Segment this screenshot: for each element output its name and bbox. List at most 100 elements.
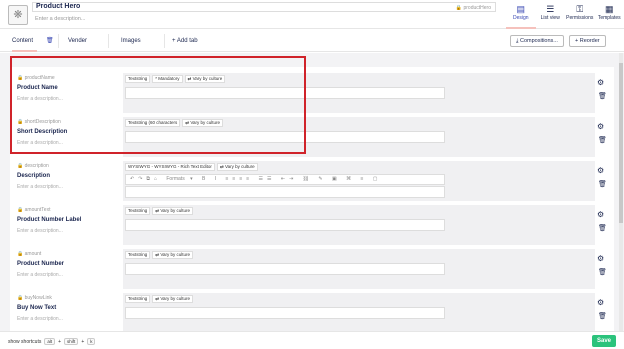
property-editor-preview[interactable]: Textstring (60 characters ⇄ Vary by cult… [123, 117, 595, 157]
document-type-alias[interactable]: 🔒 productHero [456, 4, 491, 12]
shortcut-plus: + [81, 338, 85, 345]
culture-icon: ⇄ [155, 208, 160, 213]
property-alias[interactable]: 🔒 productName [17, 75, 55, 81]
editor-tag: Textstring [125, 207, 151, 215]
property-productName: 🔒 productName Product Name Enter a descr… [10, 71, 614, 115]
trash-icon[interactable]: 🗑 [598, 180, 607, 188]
rich-text-body-preview [125, 186, 445, 198]
trash-icon[interactable]: 🗑 [598, 92, 607, 100]
property-amountText: 🔒 amountText Product Number Label Enter … [10, 203, 614, 247]
property-label[interactable]: Description [17, 173, 50, 179]
compositions-button[interactable]: ⤓ Compositions... [510, 35, 564, 47]
property-tags: WYSIWYG - WYSIWYG - Rich Text Editor ⇄ V… [125, 163, 258, 171]
property-tags: Textstring ⇄ Vary by culture [125, 207, 193, 215]
text-input-preview [125, 219, 445, 231]
shortcut-key: k [87, 338, 96, 345]
mode-list-view[interactable]: ☰ List view [536, 0, 566, 29]
text-input-preview [125, 87, 445, 99]
property-description[interactable]: Enter a description... [17, 316, 63, 322]
rich-text-toolbar-preview: ↶↷⧉⌂ Formats ▾ B I ≡≡≡≡ ☰☰ ⇤⇥ ⛓ ✎ ▣ ⌘ ≡ … [125, 174, 445, 185]
trash-icon[interactable]: 🗑 [598, 312, 607, 320]
mode-design[interactable]: ▤ Design [506, 0, 536, 29]
property-label[interactable]: Product Name [17, 85, 58, 91]
property-description[interactable]: Enter a description... [17, 96, 63, 102]
property-editor-preview[interactable]: Textstring ⇄ Vary by culture [123, 293, 595, 333]
gear-icon[interactable]: ⚙ [597, 122, 604, 131]
property-description[interactable]: Enter a description... [17, 184, 63, 190]
shortcut-key: alt [44, 338, 56, 345]
tab-delete-icon[interactable]: 🗑 [46, 30, 54, 52]
editor-tag: Textstring [125, 75, 151, 83]
property-alias[interactable]: 🔒 amount [17, 251, 41, 257]
vary-by-culture-tag: ⇄ Vary by culture [152, 251, 193, 259]
editor-tag: WYSIWYG - WYSIWYG - Rich Text Editor [125, 163, 215, 171]
property-label[interactable]: Buy Now Text [17, 305, 56, 311]
text-input-preview [125, 307, 445, 319]
trash-icon[interactable]: 🗑 [598, 268, 607, 276]
property-editor-preview[interactable]: Textstring * Mandatory ⇄ Vary by culture [123, 73, 595, 113]
property-alias[interactable]: 🔒 description [17, 163, 49, 169]
trash-icon[interactable]: 🗑 [598, 224, 607, 232]
gear-icon[interactable]: ⚙ [597, 298, 604, 307]
mode-permissions[interactable]: ⚿ Permissions [565, 0, 595, 29]
permissions-icon: ⚿ [576, 4, 584, 14]
vertical-scrollbar[interactable] [619, 53, 623, 331]
property-tags: Textstring ⇄ Vary by culture [125, 251, 193, 259]
editor-tag: Textstring [125, 295, 151, 303]
tab-images[interactable]: Images [121, 30, 141, 52]
property-editor-preview[interactable]: WYSIWYG - WYSIWYG - Rich Text Editor ⇄ V… [123, 161, 595, 201]
document-type-name: Product Hero [36, 3, 81, 10]
editor-tag: Textstring [125, 251, 151, 259]
property-description[interactable]: Enter a description... [17, 272, 63, 278]
mandatory-tag: * Mandatory [152, 75, 183, 83]
gear-icon[interactable]: ⚙ [597, 254, 604, 263]
save-button[interactable]: Save [592, 335, 616, 347]
vary-by-culture-tag: ⇄ Vary by culture [184, 75, 226, 83]
property-editor-preview[interactable]: Textstring ⇄ Vary by culture [123, 249, 595, 289]
gear-icon[interactable]: ⚙ [597, 210, 604, 219]
vary-by-culture-tag: ⇄ Vary by culture [152, 295, 193, 303]
property-description[interactable]: Enter a description... [17, 228, 63, 234]
culture-icon: ⇄ [187, 76, 192, 81]
trash-icon[interactable]: 🗑 [598, 136, 607, 144]
tab-content[interactable]: Content [12, 30, 38, 52]
footer-bar: show shortcuts alt + shift + k Save [0, 331, 624, 349]
plus-icon: + [575, 38, 579, 44]
document-type-name-input[interactable]: Product Hero 🔒 productHero [32, 2, 496, 12]
gear-icon[interactable]: ⚙ [597, 78, 604, 87]
property-label[interactable]: Product Number Label [17, 217, 81, 223]
vary-by-culture-tag: ⇄ Vary by culture [182, 119, 224, 127]
keyboard-shortcuts-hint[interactable]: show shortcuts alt + shift + k [8, 338, 96, 345]
document-type-description-input[interactable]: Enter a description... [35, 16, 85, 22]
editor-mode-switcher: ▤ Design ☰ List view ⚿ Permissions ▦ Templat… [506, 0, 624, 29]
property-label[interactable]: Product Number [17, 261, 64, 267]
design-icon: ▤ [516, 4, 525, 14]
tab-divider [108, 34, 109, 48]
mode-templates[interactable]: ▦ Templates [595, 0, 624, 29]
gear-icon[interactable]: ⚙ [597, 166, 604, 175]
property-alias[interactable]: 🔒 shortDescription [17, 119, 61, 125]
culture-icon: ⇄ [155, 252, 160, 257]
property-alias[interactable]: 🔒 buyNowLink [17, 295, 52, 301]
property-label[interactable]: Short Description [17, 129, 67, 135]
property-alias[interactable]: 🔒 amountText [17, 207, 50, 213]
show-shortcuts-label: show shortcuts [8, 338, 42, 345]
property-description[interactable]: Enter a description... [17, 140, 63, 146]
culture-icon: ⇄ [155, 296, 160, 301]
property-group: 🔒 productName Product Name Enter a descr… [10, 67, 614, 333]
property-tags: Textstring (60 characters ⇄ Vary by cult… [125, 119, 224, 127]
scrollbar-thumb[interactable] [619, 63, 623, 223]
document-type-header: ❋ Product Hero 🔒 productHero Enter a des… [0, 0, 624, 29]
text-input-preview [125, 263, 445, 275]
shortcut-plus: + [58, 338, 62, 345]
reorder-button[interactable]: + Reorder [569, 35, 606, 47]
content-tab-panel: 🔒 productName Product Name Enter a descr… [0, 53, 624, 333]
text-input-preview [125, 131, 445, 143]
vary-by-culture-tag: ⇄ Vary by culture [152, 207, 193, 215]
add-tab-button[interactable]: + Add tab [172, 30, 198, 52]
document-type-icon[interactable]: ❋ [8, 5, 28, 25]
property-description: 🔒 description Description Enter a descri… [10, 159, 614, 203]
tab-vender[interactable]: Vender [68, 30, 87, 52]
culture-icon: ⇄ [185, 120, 190, 125]
property-editor-preview[interactable]: Textstring ⇄ Vary by culture [123, 205, 595, 245]
